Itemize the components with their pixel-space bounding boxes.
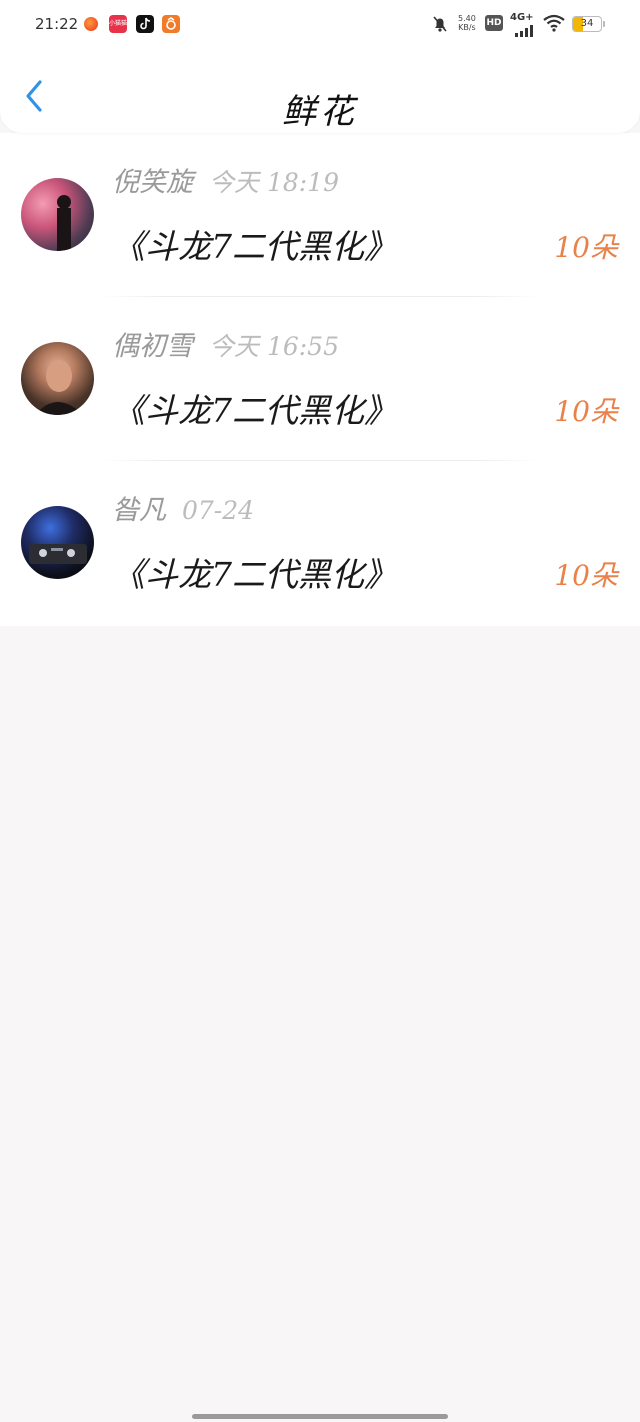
battery-cap [603, 21, 605, 27]
item-meta: 倪笑旋 今天 18:19 [112, 166, 339, 200]
bell-muted-icon [432, 15, 448, 33]
item-meta: 偶初雪 今天 16:55 [112, 330, 339, 364]
work-title: 《斗龙7二代黑化》 [112, 391, 397, 430]
page-title: 鲜花 [282, 92, 358, 126]
work-title: 《斗龙7二代黑化》 [112, 555, 397, 594]
flower-count: 10朵 [554, 559, 618, 592]
flower-count: 10朵 [554, 231, 618, 264]
notification-app-icon [162, 15, 180, 33]
tiktok-icon [136, 15, 154, 33]
list-item[interactable]: 偶初雪 今天 16:55 《斗龙7二代黑化》 10朵 [0, 297, 640, 461]
notification-app-icon [84, 17, 98, 31]
sender-name: 倪笑旋 [112, 167, 193, 198]
send-time: 07-24 [182, 496, 255, 525]
work-title: 《斗龙7二代黑化》 [112, 227, 397, 266]
flower-count: 10朵 [554, 395, 618, 428]
battery-level: 34 [580, 18, 594, 29]
battery-icon: 34 [572, 16, 602, 32]
avatar[interactable] [21, 178, 94, 251]
network-speed: 5.40 KB/s [458, 14, 476, 32]
flower-gift-list: 倪笑旋 今天 18:19 《斗龙7二代黑化》 10朵 偶初雪 今天 16:55 《斗… [0, 133, 640, 626]
home-indicator[interactable] [192, 1414, 448, 1419]
list-item[interactable]: 昝凡 07-24 《斗龙7二代黑化》 10朵 [0, 461, 640, 625]
status-bar: 21:22 小猫猫 5.40 KB/s HD 4G+ 34 [0, 0, 640, 50]
item-meta: 昝凡 07-24 [112, 494, 254, 528]
avatar[interactable] [21, 342, 94, 415]
navigation-bar: 鲜花 [0, 50, 640, 133]
list-item[interactable]: 倪笑旋 今天 18:19 《斗龙7二代黑化》 10朵 [0, 133, 640, 297]
wifi-icon [543, 14, 565, 32]
status-time: 21:22 [35, 15, 79, 33]
sender-name: 偶初雪 [112, 331, 193, 362]
hd-icon: HD [485, 15, 503, 31]
send-time: 今天 18:19 [209, 168, 339, 197]
signal-icon [515, 22, 537, 37]
avatar[interactable] [21, 506, 94, 579]
send-time: 今天 16:55 [209, 332, 339, 361]
notification-app-icon: 小猫猫 [109, 15, 127, 33]
sender-name: 昝凡 [112, 495, 166, 526]
